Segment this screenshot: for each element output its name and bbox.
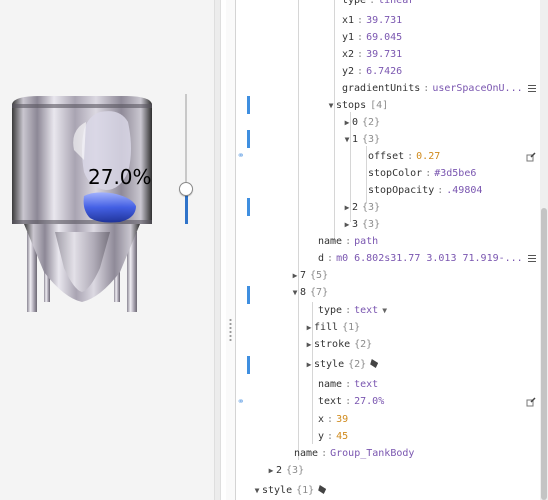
edit-icon[interactable]	[526, 152, 536, 162]
tree-row-type-text[interactable]: type: text ▼	[250, 302, 540, 319]
tree-row-fill[interactable]: ▶ fill {1}	[250, 319, 540, 336]
property-tree[interactable]: type: linear x1:39.731 y1:69.045 x2:39.73…	[250, 0, 540, 500]
tree-row-d[interactable]: d: m0 6.802s31.77 3.013 71.919-...	[250, 250, 540, 267]
pane-resize-handle[interactable]	[226, 0, 236, 500]
caret-right-icon[interactable]: ▶	[290, 267, 300, 284]
tree-row-stop-3[interactable]: ▶ 3 {3}	[250, 216, 540, 233]
tree-row-stroke[interactable]: ▶ stroke {2}	[250, 336, 540, 353]
tree-row-name-text[interactable]: name: text	[250, 376, 540, 393]
tree-row-2[interactable]: ▶ 2 {3}	[250, 462, 540, 479]
caret-down-icon[interactable]: ▼	[342, 131, 352, 148]
menu-icon[interactable]	[528, 255, 536, 262]
tree-row-stop-1[interactable]: ▼ 1 {3}	[250, 131, 540, 148]
tree-row-stop-color[interactable]: stopColor: #3d5be6	[250, 165, 540, 182]
pane-divider[interactable]	[214, 0, 221, 500]
level-slider[interactable]	[178, 92, 194, 228]
slider-thumb[interactable]	[179, 181, 193, 196]
tree-row-7[interactable]: ▶ 7 {5}	[250, 267, 540, 284]
edit-icon[interactable]	[526, 397, 536, 407]
caret-right-icon[interactable]: ▶	[342, 216, 352, 233]
dropdown-icon[interactable]: ▼	[378, 306, 387, 315]
tree-row-stops[interactable]: ▼ stops [4]	[250, 97, 540, 114]
tree-row-stop-2[interactable]: ▶ 2 {3}	[250, 199, 540, 216]
tree-row-name-path[interactable]: name: path	[250, 233, 540, 250]
caret-right-icon[interactable]: ▶	[342, 114, 352, 131]
tree-row-x1[interactable]: x1:39.731	[250, 12, 540, 29]
caret-down-icon[interactable]: ▼	[326, 97, 336, 114]
caret-right-icon[interactable]: ▶	[304, 336, 314, 353]
style-edit-icon[interactable]	[318, 485, 327, 494]
tree-row-offset[interactable]: offset:0.27	[250, 148, 540, 165]
link-icon[interactable]: ⚭	[237, 398, 249, 407]
tree-row-y1[interactable]: y1:69.045	[250, 29, 540, 46]
tree-gutter: ⚭ ⚭	[236, 0, 250, 500]
tree-row-style[interactable]: ▶ style {2}	[250, 356, 540, 373]
tree-row-x2[interactable]: x2:39.731	[250, 46, 540, 63]
caret-down-icon[interactable]: ▼	[290, 284, 300, 301]
style-edit-icon[interactable]	[370, 359, 379, 368]
tree-row-8[interactable]: ▼ 8 {7}	[250, 284, 540, 301]
link-icon[interactable]: ⚭	[237, 152, 249, 161]
canvas-pane[interactable]: 27.0%	[0, 0, 214, 500]
tree-row-group-name[interactable]: name: Group_TankBody	[250, 445, 540, 462]
level-text: 27.0%	[88, 165, 152, 189]
scrollbar-thumb[interactable]	[541, 208, 547, 500]
tree-row-text[interactable]: text:27.0%	[250, 393, 540, 410]
tank-dome	[12, 96, 152, 104]
tree-row-stop-opacity[interactable]: stopOpacity: .49804	[250, 182, 540, 199]
tree-row-type[interactable]: type: linear	[250, 0, 540, 9]
caret-down-icon[interactable]: ▼	[252, 482, 262, 499]
tree-row-stop-0[interactable]: ▶ 0 {2}	[250, 114, 540, 131]
caret-right-icon[interactable]: ▶	[342, 199, 352, 216]
tree-row-y2[interactable]: y2:6.7426	[250, 63, 540, 80]
caret-right-icon[interactable]: ▶	[304, 319, 314, 336]
tank-graphic[interactable]: 27.0%	[0, 0, 214, 500]
tree-row-x[interactable]: x:39	[250, 411, 540, 428]
caret-right-icon[interactable]: ▶	[304, 356, 314, 373]
tree-row-style-root[interactable]: ▼ style {1}	[250, 482, 540, 499]
menu-icon[interactable]	[528, 85, 536, 92]
caret-right-icon[interactable]: ▶	[266, 462, 276, 479]
tree-row-gradient-units[interactable]: gradientUnits: userSpaceOnU...	[250, 80, 540, 97]
tree-row-y[interactable]: y:45	[250, 428, 540, 445]
tree-scrollbar[interactable]	[540, 0, 548, 500]
